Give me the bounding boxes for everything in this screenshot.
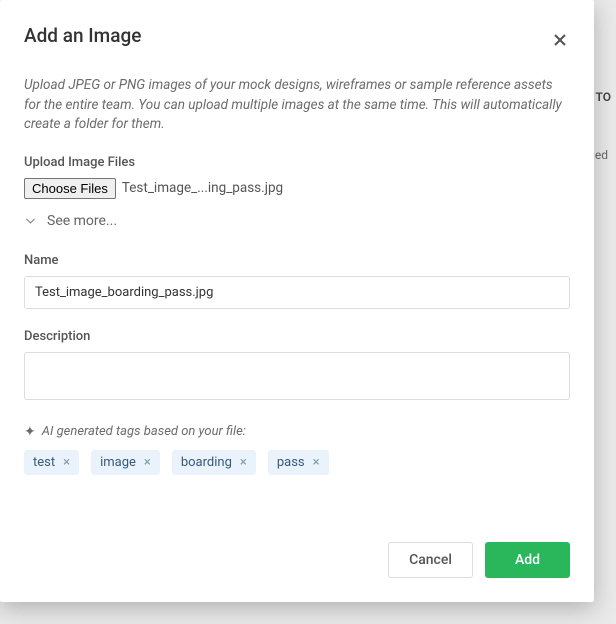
ai-tags-heading: ✦ AI generated tags based on your file: (24, 424, 570, 440)
modal-header: Add an Image (24, 24, 570, 50)
selected-file-name: Test_image_...ing_pass.jpg (122, 180, 283, 196)
tag-label: image (100, 455, 136, 470)
tag-item[interactable]: pass × (268, 450, 329, 475)
tag-remove-icon[interactable]: × (144, 456, 151, 469)
close-icon (552, 32, 568, 48)
see-more-toggle[interactable]: See more... (24, 213, 570, 229)
choose-files-button[interactable]: Choose Files (24, 178, 116, 199)
description-field-label: Description (24, 329, 570, 344)
cancel-button[interactable]: Cancel (388, 542, 473, 578)
see-more-label: See more... (47, 213, 117, 229)
upload-files-label: Upload Image Files (24, 155, 570, 170)
tag-label: boarding (181, 455, 232, 470)
tag-remove-icon[interactable]: × (63, 456, 70, 469)
background-fragment: TO (596, 90, 612, 104)
tag-item[interactable]: boarding × (172, 450, 256, 475)
add-image-modal: Add an Image Upload JPEG or PNG images o… (0, 0, 594, 602)
tag-item[interactable]: test × (24, 450, 79, 475)
tag-item[interactable]: image × (91, 450, 160, 475)
close-button[interactable] (550, 30, 570, 50)
background-fragment: ed (595, 148, 608, 162)
tag-remove-icon[interactable]: × (240, 456, 247, 469)
modal-title: Add an Image (24, 24, 141, 47)
tag-label: pass (277, 455, 305, 470)
description-input[interactable] (24, 352, 570, 400)
modal-intro-text: Upload JPEG or PNG images of your mock d… (24, 76, 570, 135)
modal-footer: Cancel Add (24, 518, 570, 578)
name-field-label: Name (24, 253, 570, 268)
name-input[interactable] (24, 276, 570, 309)
file-input-row: Choose Files Test_image_...ing_pass.jpg (24, 178, 570, 199)
tags-container: test × image × boarding × pass × (24, 450, 570, 475)
ai-tags-label-text: AI generated tags based on your file: (42, 424, 246, 439)
add-button[interactable]: Add (485, 542, 570, 578)
chevron-down-icon (24, 214, 37, 227)
sparkle-icon: ✦ (24, 424, 36, 440)
tag-label: test (33, 455, 55, 470)
tag-remove-icon[interactable]: × (313, 456, 320, 469)
